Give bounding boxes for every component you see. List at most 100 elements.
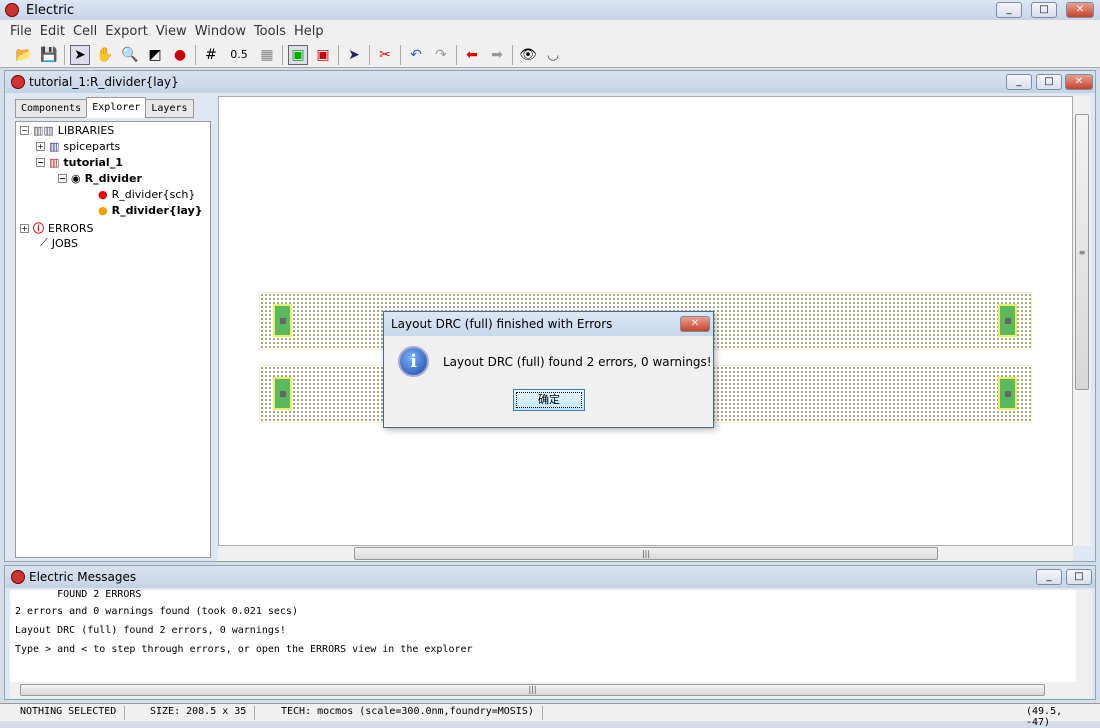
cut-icon[interactable]: ✂ xyxy=(375,45,395,65)
scroll-thumb[interactable]: ||| xyxy=(20,684,1045,696)
collapse-icon[interactable]: − xyxy=(36,158,45,167)
message-line: FOUND 2 ERRORS xyxy=(15,589,142,600)
schematic-icon[interactable]: ▣ xyxy=(313,45,333,65)
separator xyxy=(195,44,196,65)
message-line: 2 errors and 0 warnings found (took 0.02… xyxy=(15,606,298,617)
side-tabs: Components Explorer Layers xyxy=(15,97,194,118)
tree-item-errors[interactable]: + ⓘ ERRORS xyxy=(20,220,94,236)
layout-icon[interactable]: ▣ xyxy=(288,44,308,65)
toolbar: 📂 💾 ➤ ✋ 🔍 ◩ ● # 0.5 ▦ ▣ ▣ ➤ ✂ ↶ ↷ ⬅ ➡ 👁 … xyxy=(0,42,1100,68)
redo-icon[interactable]: ↷ xyxy=(431,45,451,65)
tree-label: spiceparts xyxy=(63,140,121,153)
tab-components[interactable]: Components xyxy=(15,99,88,118)
tree-item-r-divider-sch[interactable]: ● R_divider{sch} xyxy=(98,188,195,201)
selection-status: NOTHING SELECTED xyxy=(20,706,126,720)
select-special-icon[interactable]: ➤ xyxy=(344,45,364,65)
dialog-close-button[interactable]: ✕ xyxy=(680,316,710,332)
pan-icon[interactable]: ✋ xyxy=(95,45,115,65)
messages-horizontal-scrollbar[interactable]: ||| xyxy=(10,682,1092,698)
message-line: Type > and < to step through errors, or … xyxy=(15,644,473,655)
electric-app-icon xyxy=(11,570,25,584)
separator xyxy=(64,44,65,65)
technology-status: TECH: mocmos (scale=300.0nm,foundry=MOSI… xyxy=(281,706,543,720)
close-button[interactable]: ✕ xyxy=(1065,74,1093,90)
grid-larger-icon[interactable]: # xyxy=(201,45,221,65)
forward-icon[interactable]: ➡ xyxy=(487,45,507,65)
electric-app-icon xyxy=(5,3,19,17)
electric-app-icon xyxy=(11,75,25,89)
maximize-button[interactable]: □ xyxy=(1031,2,1057,18)
tree-label: LIBRARIES xyxy=(57,124,115,137)
messages-window: Electric Messages _ □ FOUND 2 ERRORS 2 e… xyxy=(4,565,1096,700)
scroll-thumb[interactable]: ||| xyxy=(354,547,938,560)
show-icon[interactable]: 👁 xyxy=(518,45,538,65)
minimize-button[interactable]: _ xyxy=(1036,569,1062,585)
menu-export[interactable]: Export xyxy=(101,24,152,39)
contact[interactable] xyxy=(273,304,292,337)
hide-icon[interactable]: ◡ xyxy=(543,45,563,65)
jobs-icon: ⟋ xyxy=(40,236,48,249)
select-icon[interactable]: ➤ xyxy=(70,44,90,65)
horizontal-scrollbar[interactable]: ||| xyxy=(218,546,1073,561)
menu-cell[interactable]: Cell xyxy=(69,24,101,39)
schematic-cell-icon: ● xyxy=(98,188,108,201)
layout-window-title-bar: tutorial_1:R_divider{lay} _ □ ✕ xyxy=(5,71,1095,93)
tree-item-spiceparts[interactable]: + ▥ spiceparts xyxy=(36,140,120,153)
back-icon[interactable]: ⬅ xyxy=(462,45,482,65)
tree-item-libraries[interactable]: − ▥▥ LIBRARIES xyxy=(20,124,114,137)
menu-edit[interactable]: Edit xyxy=(36,24,69,39)
tab-explorer[interactable]: Explorer xyxy=(86,97,147,118)
tree-item-r-divider[interactable]: − ◉ R_divider xyxy=(58,172,142,185)
save-icon[interactable]: 💾 xyxy=(39,45,59,65)
menu-view[interactable]: View xyxy=(152,24,191,39)
scroll-thumb[interactable]: ≡ xyxy=(1075,114,1089,390)
tree-item-tutorial-1[interactable]: − ▥ tutorial_1 xyxy=(36,156,123,169)
vertical-scrollbar[interactable]: ≡ xyxy=(1073,96,1091,546)
minimize-button[interactable]: _ xyxy=(1006,74,1032,90)
maximize-button[interactable]: □ xyxy=(1066,569,1092,585)
drc-result-dialog: Layout DRC (full) finished with Errors ✕… xyxy=(383,311,714,428)
separator xyxy=(400,44,401,65)
info-icon: i xyxy=(398,346,429,377)
undo-icon[interactable]: ↶ xyxy=(406,45,426,65)
separator xyxy=(456,44,457,65)
close-button[interactable]: ✕ xyxy=(1066,2,1094,18)
menu-help[interactable]: Help xyxy=(290,24,328,39)
open-icon[interactable]: 📂 xyxy=(14,45,34,65)
layout-window-title: tutorial_1:R_divider{lay} xyxy=(29,75,179,89)
explorer-tree: − ▥▥ LIBRARIES + ▥ spiceparts − ▥ tutorial_1 −… xyxy=(15,121,211,558)
menu-file[interactable]: File xyxy=(6,24,36,39)
dialog-message: Layout DRC (full) found 2 errors, 0 warn… xyxy=(443,355,712,369)
tab-layers[interactable]: Layers xyxy=(145,99,194,118)
ok-button[interactable]: 确定 xyxy=(513,389,585,411)
tree-label: ERRORS xyxy=(48,221,94,235)
grid-smaller-icon[interactable]: ▦ xyxy=(257,45,277,65)
collapse-icon[interactable]: − xyxy=(58,174,67,183)
messages-log[interactable]: FOUND 2 ERRORS 2 errors and 0 warnings f… xyxy=(10,590,1076,682)
measure-icon[interactable]: ● xyxy=(170,45,190,65)
menu-tools[interactable]: Tools xyxy=(250,24,290,39)
tree-label: R_divider{lay} xyxy=(111,204,203,217)
zoom-icon[interactable]: 🔍 xyxy=(120,45,140,65)
contact[interactable] xyxy=(998,304,1017,337)
collapse-icon[interactable]: − xyxy=(20,126,29,135)
tree-label: R_divider{sch} xyxy=(111,188,196,201)
tree-item-jobs[interactable]: ⟋ JOBS xyxy=(40,236,78,250)
menu-window[interactable]: Window xyxy=(191,24,250,39)
tree-label: tutorial_1 xyxy=(63,156,123,169)
expand-icon[interactable]: + xyxy=(20,223,29,233)
dialog-title: Layout DRC (full) finished with Errors xyxy=(384,312,713,336)
expand-icon[interactable]: + xyxy=(36,142,45,151)
maximize-button[interactable]: □ xyxy=(1036,74,1062,90)
messages-vertical-scrollbar[interactable] xyxy=(1076,590,1092,682)
cursor-coordinates: (49.5, -47) xyxy=(1026,706,1063,728)
separator xyxy=(512,44,513,65)
minimize-button[interactable]: _ xyxy=(996,2,1022,18)
contact[interactable] xyxy=(273,377,292,410)
library-icon: ▥▥ xyxy=(33,124,54,137)
status-bar: NOTHING SELECTED SIZE: 208.5 x 35 TECH: … xyxy=(0,703,1100,728)
tree-item-r-divider-lay[interactable]: ● R_divider{lay} xyxy=(98,204,203,217)
contact[interactable] xyxy=(998,377,1017,410)
outline-icon[interactable]: ◩ xyxy=(145,45,165,65)
menu-bar: File Edit Cell Export View Window Tools … xyxy=(0,20,1100,42)
